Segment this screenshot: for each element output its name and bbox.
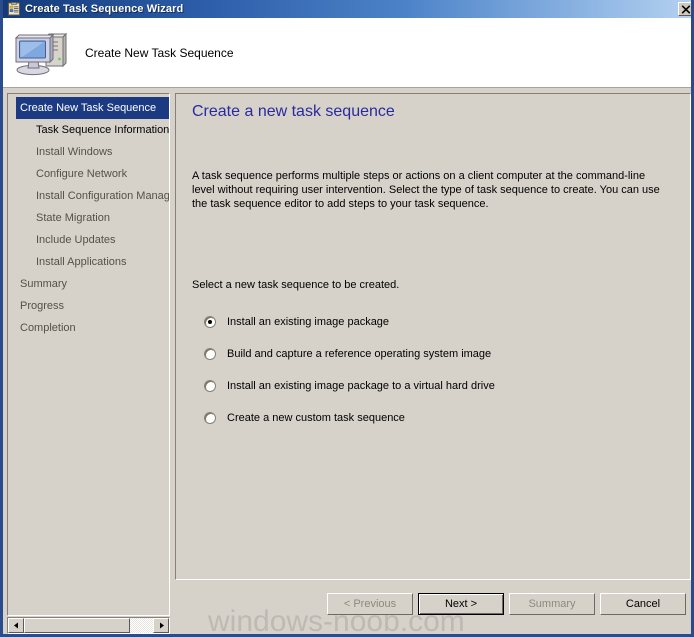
sidebar-item-summary[interactable]: Summary <box>8 273 169 295</box>
page-title: Create a new task sequence <box>192 103 395 120</box>
cancel-button[interactable]: Cancel <box>600 593 686 615</box>
radio-label: Create a new custom task sequence <box>227 412 405 424</box>
sidebar-item-install-applications[interactable]: Install Applications <box>8 251 169 273</box>
radio-create-new-custom-task-sequence[interactable]: Create a new custom task sequence <box>204 402 674 434</box>
sidebar-item-label: Install Applications <box>36 256 127 268</box>
sidebar-item-task-sequence-information[interactable]: Task Sequence Information <box>8 119 169 141</box>
computer-icon <box>13 28 69 78</box>
header-title: Create New Task Sequence <box>85 45 234 60</box>
wizard-button-bar: < Previous Next > Summary Cancel <box>175 585 691 631</box>
sidebar-item-state-migration[interactable]: State Migration <box>8 207 169 229</box>
task-sequence-type-radio-group: Install an existing image package Build … <box>204 306 674 434</box>
radio-label: Build and capture a reference operating … <box>227 348 492 360</box>
wizard-step-sidebar: Create New Task Sequence Task Sequence I… <box>7 93 170 616</box>
radio-label: Install an existing image package <box>227 316 390 328</box>
sidebar-item-configure-network[interactable]: Configure Network <box>8 163 169 185</box>
sidebar-item-create-new-task-sequence[interactable]: Create New Task Sequence <box>16 97 169 119</box>
radio-build-and-capture-reference-image[interactable]: Build and capture a reference operating … <box>204 338 674 370</box>
sidebar-item-progress[interactable]: Progress <box>8 295 169 317</box>
sidebar-item-label: Create New Task Sequence <box>20 102 157 114</box>
radio-label: Install an existing image package to a v… <box>227 380 495 392</box>
window-title: Create Task Sequence Wizard <box>25 3 184 15</box>
radio-install-existing-image-package[interactable]: Install an existing image package <box>204 306 674 338</box>
scroll-left-arrow-icon[interactable] <box>8 618 24 633</box>
previous-button[interactable]: < Previous <box>327 593 413 615</box>
sidebar-item-label: Install Configuration Manag <box>36 190 169 202</box>
sidebar-item-label: Progress <box>20 300 65 312</box>
sidebar-item-include-updates[interactable]: Include Updates <box>8 229 169 251</box>
task-sequence-clipboard-icon <box>7 2 21 16</box>
sidebar-item-label: Install Windows <box>36 146 113 158</box>
scrollbar-thumb[interactable] <box>24 618 130 633</box>
sidebar-item-label: Completion <box>20 322 76 334</box>
wizard-content-panel: Create a new task sequence A task sequen… <box>175 93 691 580</box>
radio-icon <box>204 412 216 424</box>
scroll-right-arrow-icon[interactable] <box>153 618 169 633</box>
sidebar-item-label: Summary <box>20 278 68 290</box>
step-list: Create New Task Sequence Task Sequence I… <box>8 97 169 597</box>
title-bar: Create Task Sequence Wizard <box>3 0 691 18</box>
sidebar-item-label: Include Updates <box>36 234 116 246</box>
radio-icon <box>204 316 216 328</box>
radio-icon <box>204 348 216 360</box>
radio-install-image-package-to-vhd[interactable]: Install an existing image package to a v… <box>204 370 674 402</box>
sidebar-item-completion[interactable]: Completion <box>8 317 169 339</box>
next-button[interactable]: Next > <box>418 593 504 615</box>
wizard-body: Create New Task Sequence Task Sequence I… <box>3 89 691 634</box>
sidebar-item-label: Task Sequence Information <box>36 124 169 136</box>
sidebar-horizontal-scrollbar[interactable] <box>7 617 170 634</box>
page-description: A task sequence performs multiple steps … <box>192 170 660 210</box>
wizard-window: Create Task Sequence Wizard Create New T… <box>0 0 694 637</box>
radio-icon <box>204 380 216 392</box>
close-icon[interactable] <box>678 2 691 16</box>
sidebar-item-install-windows[interactable]: Install Windows <box>8 141 169 163</box>
select-instruction-label: Select a new task sequence to be created… <box>192 279 400 291</box>
sidebar-item-install-configuration-manager[interactable]: Install Configuration Manag <box>8 185 169 207</box>
sidebar-item-label: Configure Network <box>36 168 128 180</box>
wizard-header: Create New Task Sequence <box>3 18 691 88</box>
sidebar-item-label: State Migration <box>36 212 110 224</box>
scrollbar-track[interactable] <box>24 618 153 633</box>
summary-button[interactable]: Summary <box>509 593 595 615</box>
